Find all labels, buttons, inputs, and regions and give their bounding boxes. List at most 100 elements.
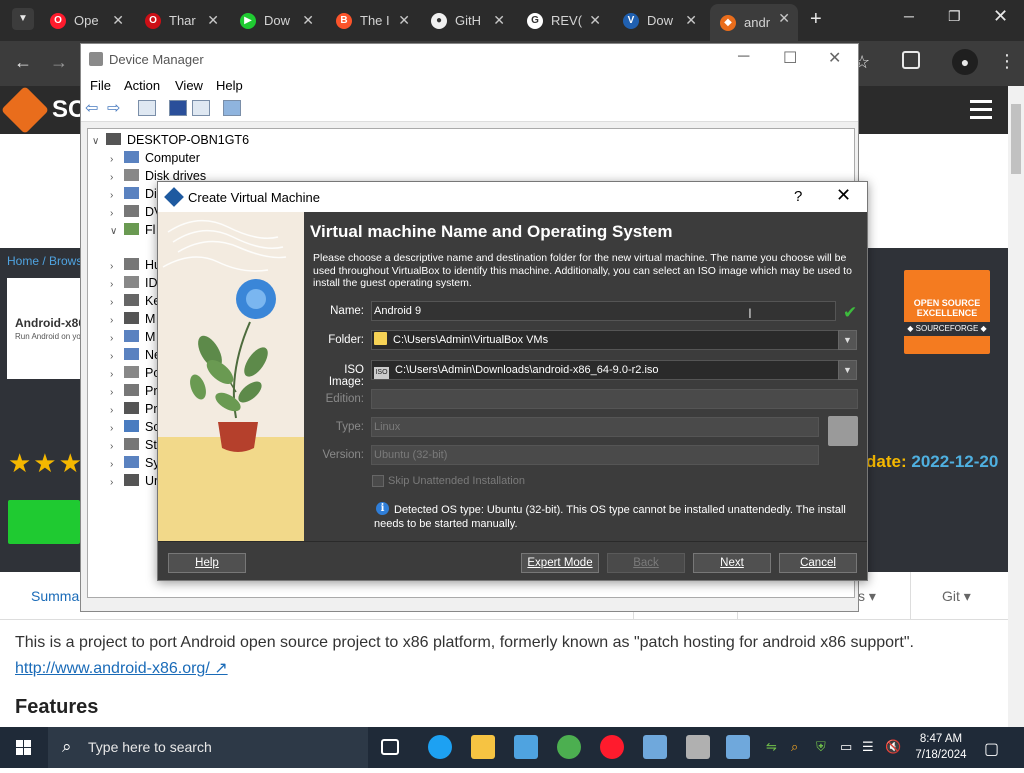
task-view-icon[interactable] bbox=[381, 739, 399, 755]
chevron-down-icon[interactable]: ∨ bbox=[92, 136, 106, 147]
browser-tab[interactable]: V Dow ✕ bbox=[613, 6, 705, 35]
close-window-icon[interactable]: ✕ bbox=[993, 6, 1008, 27]
tree-node[interactable]: › ID bbox=[110, 276, 158, 290]
sourceforge-logo-icon[interactable] bbox=[0, 86, 50, 135]
tree-node[interactable]: › Ke bbox=[110, 294, 160, 308]
close-tab-icon[interactable]: ✕ bbox=[778, 10, 790, 27]
device-manager-titlebar[interactable]: Device Manager ─ ☐ ✕ bbox=[81, 44, 858, 74]
dm-close-icon[interactable]: ✕ bbox=[828, 48, 841, 68]
chevron-right-icon[interactable]: › bbox=[110, 315, 124, 326]
close-tab-icon[interactable]: ✕ bbox=[685, 12, 697, 29]
iso-dropdown-icon[interactable]: ▼ bbox=[838, 360, 857, 380]
chevron-right-icon[interactable]: › bbox=[110, 297, 124, 308]
browser-tab[interactable]: O Ope ✕ bbox=[40, 6, 132, 35]
tab-git[interactable]: Git ▾ bbox=[942, 588, 971, 605]
tree-node[interactable]: › Ne bbox=[110, 348, 161, 362]
tree-node[interactable]: › Hu bbox=[110, 258, 161, 272]
restore-window-icon[interactable]: ❐ bbox=[948, 8, 961, 25]
close-tab-icon[interactable]: ✕ bbox=[302, 12, 314, 29]
browser-tab[interactable]: G REV(✕ bbox=[517, 6, 609, 35]
update-driver-icon[interactable] bbox=[192, 100, 210, 116]
tab-search-dropdown-icon[interactable]: ▼ bbox=[12, 8, 34, 30]
browser-menu-icon[interactable]: ⋮ bbox=[998, 51, 1016, 72]
tab-more[interactable]: s ▾ bbox=[858, 588, 876, 605]
help-icon[interactable]: ? bbox=[794, 188, 802, 205]
scan-hardware-icon[interactable] bbox=[223, 100, 241, 116]
chevron-right-icon[interactable]: › bbox=[110, 387, 124, 398]
chevron-right-icon[interactable]: › bbox=[110, 261, 124, 272]
dm-minimize-icon[interactable]: ─ bbox=[738, 48, 749, 66]
browser-tab[interactable]: O Thar ✕ bbox=[135, 6, 227, 35]
tree-node[interactable]: › St bbox=[110, 438, 157, 452]
close-icon[interactable]: ✕ bbox=[836, 185, 851, 206]
security-shield-icon[interactable]: ⛨ bbox=[816, 739, 826, 755]
volume-muted-icon[interactable]: 🔇 bbox=[885, 739, 901, 755]
tree-node[interactable]: › Ur bbox=[110, 474, 158, 488]
page-scrollbar[interactable] bbox=[1008, 86, 1024, 727]
tree-node[interactable]: › Di bbox=[110, 187, 157, 201]
menu-view[interactable]: View bbox=[175, 78, 203, 93]
tree-node[interactable]: › DV bbox=[110, 205, 162, 219]
help-icon[interactable] bbox=[169, 100, 187, 116]
file-explorer-icon[interactable] bbox=[471, 735, 495, 759]
folder-select[interactable]: C:\Users\Admin\VirtualBox VMs bbox=[371, 330, 839, 350]
edge-icon[interactable] bbox=[428, 735, 452, 759]
next-button[interactable]: Next bbox=[693, 553, 771, 573]
taskbar-clock[interactable]: 8:47 AM 7/18/2024 bbox=[910, 731, 972, 763]
close-tab-icon[interactable]: ✕ bbox=[493, 12, 505, 29]
menu-help[interactable]: Help bbox=[216, 78, 243, 93]
folder-dropdown-icon[interactable]: ▼ bbox=[838, 330, 857, 350]
back-arrow-icon[interactable]: ← bbox=[14, 52, 32, 73]
type-select[interactable]: Linux bbox=[371, 417, 819, 437]
page-scrollbar-thumb[interactable] bbox=[1011, 104, 1021, 174]
profile-avatar-icon[interactable]: ● bbox=[952, 49, 978, 75]
chrome-icon[interactable] bbox=[557, 735, 581, 759]
hamburger-menu-icon[interactable] bbox=[970, 100, 992, 120]
chevron-right-icon[interactable]: › bbox=[110, 369, 124, 380]
tree-root[interactable]: ∨ DESKTOP-OBN1GT6 bbox=[92, 133, 249, 147]
dialog-titlebar[interactable]: Create Virtual Machine ? ✕ bbox=[158, 182, 867, 212]
start-button[interactable] bbox=[0, 727, 48, 768]
chevron-right-icon[interactable]: › bbox=[110, 190, 124, 201]
tab-summary[interactable]: Summar bbox=[31, 588, 84, 604]
tree-node[interactable]: › Sy bbox=[110, 456, 160, 470]
taskbar-search-box[interactable]: ⌕ Type here to search bbox=[48, 727, 368, 768]
tree-node[interactable]: › M bbox=[110, 312, 155, 326]
name-input[interactable]: Android 9 bbox=[371, 301, 836, 321]
network-icon[interactable]: ⇋ bbox=[766, 739, 777, 755]
iso-image-select[interactable]: ISO C:\Users\Admin\Downloads\android-x86_… bbox=[371, 360, 839, 380]
tree-node[interactable]: › Computer bbox=[110, 151, 200, 165]
wifi-icon[interactable]: ☰ bbox=[862, 739, 874, 755]
opera-icon[interactable] bbox=[600, 735, 624, 759]
project-homepage-link[interactable]: http://www.android-x86.org/ ↗ bbox=[15, 658, 228, 678]
close-tab-icon[interactable]: ✕ bbox=[207, 12, 219, 29]
close-tab-icon[interactable]: ✕ bbox=[589, 12, 601, 29]
tree-node[interactable]: ∨ Fl bbox=[110, 223, 155, 237]
skip-unattended-checkbox[interactable] bbox=[372, 475, 384, 487]
cancel-button[interactable]: Cancel bbox=[779, 553, 857, 573]
vmware-icon[interactable] bbox=[643, 735, 667, 759]
chevron-right-icon[interactable]: › bbox=[110, 333, 124, 344]
chevron-right-icon[interactable]: › bbox=[110, 208, 124, 219]
chevron-right-icon[interactable]: › bbox=[110, 172, 124, 183]
download-button[interactable] bbox=[8, 500, 80, 544]
virtualbox-manager-icon[interactable] bbox=[726, 735, 750, 759]
close-tab-icon[interactable]: ✕ bbox=[112, 12, 124, 29]
back-icon[interactable]: ⇦ bbox=[85, 98, 98, 118]
back-button[interactable]: Back bbox=[607, 553, 685, 573]
breadcrumb[interactable]: Home / Brows bbox=[7, 254, 82, 268]
extensions-puzzle-icon[interactable] bbox=[902, 51, 920, 69]
browser-tab[interactable]: ● GitH ✕ bbox=[421, 6, 513, 35]
browser-tab[interactable]: ◆ andr ✕ bbox=[710, 4, 798, 41]
tree-node[interactable]: › Po bbox=[110, 366, 160, 380]
chevron-right-icon[interactable]: › bbox=[110, 441, 124, 452]
browser-tab[interactable]: ▶ Dow ✕ bbox=[230, 6, 322, 35]
chevron-right-icon[interactable]: › bbox=[110, 459, 124, 470]
battery-icon[interactable]: ▭ bbox=[840, 739, 852, 755]
properties-icon[interactable] bbox=[138, 100, 156, 116]
expert-mode-button[interactable]: Expert Mode bbox=[521, 553, 599, 573]
microsoft-store-icon[interactable] bbox=[514, 735, 538, 759]
edition-select[interactable] bbox=[371, 389, 858, 409]
chevron-down-icon[interactable]: ∨ bbox=[110, 226, 124, 237]
search-tray-icon[interactable]: ⌕ bbox=[791, 739, 798, 755]
